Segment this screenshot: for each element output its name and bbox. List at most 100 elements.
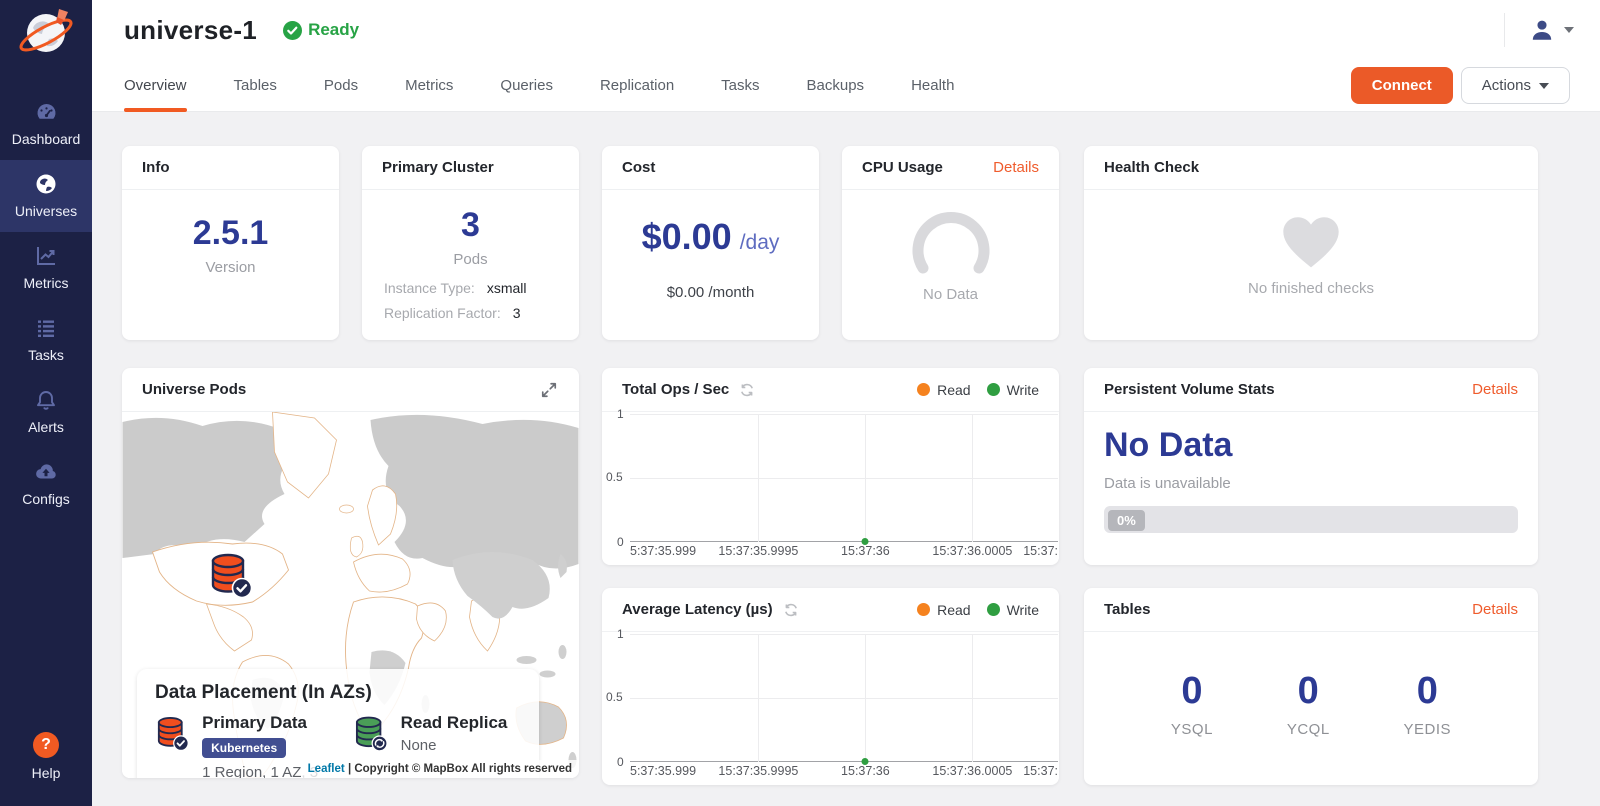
health-empty-text: No finished checks — [1248, 280, 1374, 297]
cpu-details-link[interactable]: Details — [993, 159, 1039, 176]
app-window: Dashboard Universes Metrics — [0, 0, 1600, 806]
x-tick: 5:37:35.999 — [630, 544, 696, 558]
replication-factor-value: 3 — [513, 305, 521, 321]
sidebar-item-metrics[interactable]: Metrics — [0, 232, 92, 304]
world-map[interactable]: Data Placement (In AZs) — [122, 412, 579, 778]
sidebar-item-label: Dashboard — [12, 131, 81, 147]
ycql-label: YCQL — [1287, 721, 1330, 738]
sidebar-item-tasks[interactable]: Tasks — [0, 304, 92, 376]
cpu-empty-text: No Data — [923, 286, 978, 303]
main-content: Info 2.5.1 Version Primary Cluster 3 Pod… — [92, 112, 1600, 806]
sidebar-item-label: Configs — [22, 491, 69, 507]
pods-count: 3 — [461, 206, 480, 245]
info-card-title: Info — [122, 146, 339, 190]
tab-pods[interactable]: Pods — [324, 60, 358, 112]
tab-overview[interactable]: Overview — [124, 60, 187, 112]
cluster-map-marker[interactable] — [208, 552, 254, 605]
legend-write: Write — [987, 382, 1039, 398]
health-check-title: Health Check — [1084, 146, 1538, 190]
chart-legend: Read Write — [917, 602, 1039, 618]
kubernetes-badge: Kubernetes — [202, 738, 286, 758]
divider — [1504, 13, 1505, 47]
sidebar-item-label: Tasks — [28, 347, 64, 363]
data-placement-title: Data Placement (In AZs) — [155, 682, 521, 704]
cost-card: Cost $0.00 /day $0.00 /month — [602, 146, 819, 340]
sidebar-item-alerts[interactable]: Alerts — [0, 376, 92, 448]
tab-health[interactable]: Health — [911, 60, 954, 112]
sidebar-item-dashboard[interactable]: Dashboard — [0, 88, 92, 160]
x-tick: 5:37:35.999 — [630, 764, 696, 778]
instance-type-row: Instance Type: xsmall — [384, 280, 557, 296]
read-replica-label: Read Replica — [401, 713, 508, 733]
replication-factor-label: Replication Factor: — [384, 305, 501, 321]
metrics-chart-icon — [34, 244, 58, 268]
map-copyright: | Copyright © MapBox All rights reserved — [348, 763, 572, 775]
status-label: Ready — [308, 20, 359, 40]
actions-button-label: Actions — [1482, 77, 1531, 94]
primary-cluster-title: Primary Cluster — [362, 146, 579, 190]
pvs-details-link[interactable]: Details — [1472, 381, 1518, 398]
tables-card: Tables Details 0 YSQL 0 YCQL 0 YEDIS — [1084, 588, 1538, 785]
instance-type-value: xsmall — [487, 280, 527, 296]
x-tick: 15:37:35.9995 — [718, 764, 798, 778]
check-circle-icon — [283, 21, 302, 40]
legend-read-label: Read — [937, 382, 970, 398]
x-tick: 15:37:36 — [841, 764, 890, 778]
pvs-progress-bar: 0% — [1104, 506, 1518, 533]
cpu-usage-card: CPU Usage Details No Data — [842, 146, 1059, 340]
tab-tables[interactable]: Tables — [234, 60, 277, 112]
tab-replication[interactable]: Replication — [600, 60, 674, 112]
tab-queries[interactable]: Queries — [500, 60, 553, 112]
replication-factor-row: Replication Factor: 3 — [384, 305, 557, 321]
pvs-progress-label: 0% — [1108, 510, 1145, 531]
pods-caption: Pods — [453, 251, 487, 268]
tables-details-link[interactable]: Details — [1472, 601, 1518, 618]
replica-database-icon — [353, 713, 389, 755]
x-tick: 15:37:36 — [841, 544, 890, 558]
x-tick: 15:37: — [1023, 544, 1058, 558]
legend-read: Read — [917, 602, 970, 618]
help-question-icon: ? — [33, 732, 59, 758]
write-dot-icon — [987, 603, 1000, 616]
version-caption: Version — [205, 259, 255, 276]
leaflet-link[interactable]: Leaflet — [308, 763, 345, 775]
actions-button[interactable]: Actions — [1461, 67, 1570, 104]
legend-read: Read — [917, 382, 970, 398]
read-dot-icon — [917, 383, 930, 396]
refresh-icon[interactable] — [783, 602, 799, 618]
x-tick: 15:37:36.0005 — [932, 764, 1012, 778]
tab-tasks[interactable]: Tasks — [721, 60, 759, 112]
total-ops-title: Total Ops / Sec — [622, 381, 729, 398]
read-dot-icon — [917, 603, 930, 616]
x-tick: 15:37:35.9995 — [718, 544, 798, 558]
tabbar: Overview Tables Pods Metrics Queries Rep… — [92, 60, 1600, 112]
tasks-list-icon — [34, 316, 58, 340]
avg-latency-chart-card: Average Latency (µs) Read — [602, 588, 1059, 785]
topbar: universe-1 Ready — [92, 0, 1600, 60]
yugabyte-logo-icon[interactable] — [15, 5, 77, 64]
persistent-volume-title: Persistent Volume Stats — [1104, 381, 1275, 398]
yedis-count: 0 — [1417, 670, 1438, 713]
user-menu[interactable] — [1504, 13, 1574, 47]
sidebar-item-universes[interactable]: Universes — [0, 160, 92, 232]
tab-backups[interactable]: Backups — [807, 60, 865, 112]
refresh-icon[interactable] — [739, 382, 755, 398]
connect-button[interactable]: Connect — [1351, 67, 1453, 104]
y-tick: 1 — [617, 407, 624, 421]
cpu-gauge-icon — [896, 206, 1006, 278]
x-tick: 15:37: — [1023, 764, 1058, 778]
info-card: Info 2.5.1 Version — [122, 146, 339, 340]
chevron-down-icon — [1539, 83, 1549, 89]
ysql-count: 0 — [1181, 670, 1202, 713]
y-tick: 0.5 — [606, 470, 623, 484]
user-avatar-icon[interactable] — [1529, 17, 1555, 43]
ycql-stat: 0 YCQL — [1287, 670, 1330, 738]
tab-metrics[interactable]: Metrics — [405, 60, 453, 112]
dashboard-gauge-icon — [34, 100, 59, 124]
sidebar-item-help[interactable]: ? Help — [0, 720, 92, 794]
sidebar-item-label: Metrics — [23, 275, 68, 291]
sidebar-item-configs[interactable]: Configs — [0, 448, 92, 520]
version-value: 2.5.1 — [193, 214, 269, 253]
expand-icon[interactable] — [539, 380, 559, 400]
x-tick: 15:37:36.0005 — [932, 544, 1012, 558]
